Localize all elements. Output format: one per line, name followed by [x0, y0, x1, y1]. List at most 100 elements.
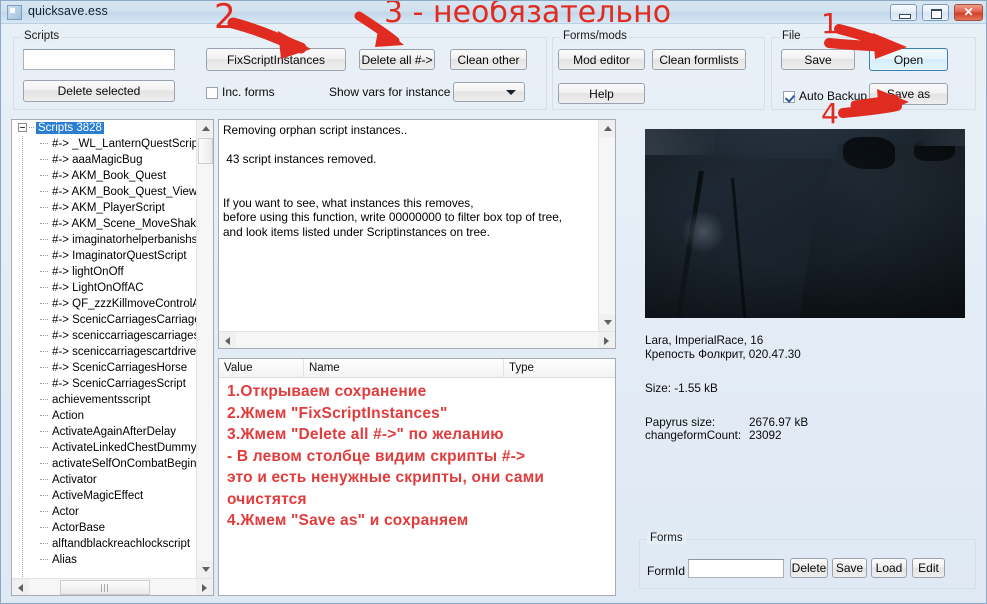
- file-group-legend: File: [779, 30, 804, 42]
- changeform-count-label: changeformCount:: [645, 429, 742, 442]
- delete-selected-button[interactable]: Delete selected: [23, 80, 175, 102]
- tree-item[interactable]: #-> LightOnOffAC: [12, 280, 198, 296]
- tree-item[interactable]: #-> ScenicCarriagesScript: [12, 376, 198, 392]
- close-button[interactable]: ✕: [954, 4, 983, 21]
- scripts-tree-list[interactable]: Scripts 3828 #-> _WL_LanternQuestScript #…: [12, 120, 198, 579]
- forms-delete-button[interactable]: Delete: [790, 558, 828, 578]
- tree-item[interactable]: Action: [12, 408, 198, 424]
- changeform-count-value: 23092: [749, 429, 782, 442]
- tree-vertical-scrollbar[interactable]: [196, 120, 213, 578]
- output-log-text: Removing orphan script instances.. 43 sc…: [223, 123, 563, 239]
- tree-item[interactable]: #-> lightOnOff: [12, 264, 198, 280]
- scroll-right-icon[interactable]: [598, 332, 615, 348]
- tree-item[interactable]: #-> AKM_PlayerScript: [12, 200, 198, 216]
- scroll-left-icon[interactable]: [219, 332, 236, 348]
- tree-item[interactable]: Actor: [12, 504, 198, 520]
- tree-item-label: #-> ScenicCarriagesScript: [52, 378, 186, 390]
- tree-item[interactable]: #-> imaginatorhelperbanishscr: [12, 232, 198, 248]
- tree-dash: [40, 159, 48, 160]
- tree-item[interactable]: #-> AKM_Book_Quest_View: [12, 184, 198, 200]
- tree-dash: [40, 271, 48, 272]
- tree-item[interactable]: Alias: [12, 552, 198, 568]
- scroll-up-icon[interactable]: [197, 120, 213, 137]
- tree-item[interactable]: Activator: [12, 472, 198, 488]
- tree-item-label: #-> AKM_Scene_MoveShake: [52, 218, 198, 230]
- scroll-down-icon[interactable]: [599, 314, 615, 331]
- tree-item-label: #-> lightOnOff: [52, 266, 124, 278]
- scripts-tree-panel[interactable]: Scripts 3828 #-> _WL_LanternQuestScript #…: [11, 119, 214, 596]
- forms-edit-button[interactable]: Edit: [912, 558, 945, 578]
- tree-dash: [40, 223, 48, 224]
- tree-item[interactable]: achievementsscript: [12, 392, 198, 408]
- auto-backup-label: Auto Backup: [799, 89, 868, 103]
- tree-item-label: ActorBase: [52, 522, 106, 534]
- delete-all-button[interactable]: Delete all #->: [359, 49, 435, 70]
- tree-dash: [40, 463, 48, 464]
- tree-item-label: #-> QF_zzzKillmoveControlAu: [52, 298, 198, 310]
- tree-item-label: #-> sceniccarriagescartdrivers: [52, 346, 198, 358]
- clean-other-button[interactable]: Clean other: [450, 49, 527, 70]
- tree-item[interactable]: #-> AKM_Book_Quest: [12, 168, 198, 184]
- open-button[interactable]: Open: [869, 48, 948, 71]
- location-info-line: Крепость Фолкрит, 020.47.30: [645, 348, 801, 361]
- tree-item[interactable]: #-> sceniccarriagescarriagesy: [12, 328, 198, 344]
- tree-root-node[interactable]: Scripts 3828: [12, 120, 198, 136]
- minimize-icon: [899, 14, 911, 19]
- tree-item[interactable]: ActivateAgainAfterDelay: [12, 424, 198, 440]
- variables-list-panel[interactable]: Value Name Type 1.Открываем сохранение 2…: [218, 358, 616, 596]
- tree-dash: [29, 127, 34, 128]
- mod-editor-button[interactable]: Mod editor: [558, 49, 645, 70]
- tree-item-label: #-> LightOnOffAC: [52, 282, 144, 294]
- output-log-panel[interactable]: Removing orphan script instances.. 43 sc…: [218, 119, 616, 349]
- script-filter-input[interactable]: [23, 49, 175, 70]
- formid-input[interactable]: [688, 559, 784, 578]
- tree-item[interactable]: #-> ScenicCarriagesCarriage: [12, 312, 198, 328]
- tree-dash: [40, 207, 48, 208]
- minimize-button[interactable]: [890, 4, 917, 21]
- tree-item-label: #-> imaginatorhelperbanishscr: [52, 234, 198, 246]
- maximize-button[interactable]: [922, 4, 949, 21]
- screenshot-vignette: [645, 129, 965, 318]
- tree-item-label: ActiveMagicEffect: [52, 490, 144, 502]
- tree-dash: [40, 255, 48, 256]
- clean-formlists-button[interactable]: Clean formlists: [652, 49, 746, 70]
- tree-item[interactable]: ActorBase: [12, 520, 198, 536]
- column-header-type[interactable]: Type: [504, 359, 615, 378]
- scroll-up-icon[interactable]: [599, 120, 615, 137]
- scroll-right-icon[interactable]: [196, 579, 213, 595]
- tree-item-label: #-> AKM_PlayerScript: [52, 202, 165, 214]
- output-horizontal-scrollbar[interactable]: [219, 331, 615, 348]
- title-bar: quicksave.ess ✕: [1, 1, 986, 24]
- tree-horizontal-scrollbar[interactable]: [12, 578, 213, 595]
- scroll-left-icon[interactable]: [12, 579, 29, 595]
- tree-item[interactable]: alftandblackreachlockscript: [12, 536, 198, 552]
- tree-hscroll-thumb[interactable]: [60, 580, 150, 595]
- tree-item[interactable]: #-> ScenicCarriagesHorse: [12, 360, 198, 376]
- tree-item[interactable]: #-> QF_zzzKillmoveControlAu: [12, 296, 198, 312]
- tree-item[interactable]: ActiveMagicEffect: [12, 488, 198, 504]
- tree-item[interactable]: #-> aaaMagicBug: [12, 152, 198, 168]
- forms-save-button[interactable]: Save: [832, 558, 867, 578]
- fix-script-instances-button[interactable]: FixScriptInstances: [206, 48, 346, 71]
- tree-item[interactable]: #-> ImaginatorQuestScript: [12, 248, 198, 264]
- forms-load-button[interactable]: Load: [871, 558, 907, 578]
- save-as-button[interactable]: Save as: [869, 83, 948, 105]
- scroll-down-icon[interactable]: [197, 561, 213, 578]
- tree-item[interactable]: activateSelfOnCombatBegin: [12, 456, 198, 472]
- tree-item[interactable]: ActivateLinkedChestDummyS: [12, 440, 198, 456]
- save-button[interactable]: Save: [781, 49, 855, 70]
- column-header-value[interactable]: Value: [219, 359, 304, 378]
- tree-dash: [40, 527, 48, 528]
- column-header-name[interactable]: Name: [304, 359, 504, 378]
- tree-vscroll-thumb[interactable]: [198, 138, 213, 164]
- output-vertical-scrollbar[interactable]: [598, 120, 615, 331]
- tree-item[interactable]: #-> sceniccarriagescartdrivers: [12, 344, 198, 360]
- tree-item-label: #-> ScenicCarriagesCarriage: [52, 314, 198, 326]
- tree-dash: [40, 303, 48, 304]
- instance-combo[interactable]: [453, 82, 525, 102]
- collapse-icon[interactable]: [18, 123, 27, 132]
- help-button[interactable]: Help: [558, 83, 645, 104]
- tree-item[interactable]: #-> AKM_Scene_MoveShake: [12, 216, 198, 232]
- tree-item-label: #-> _WL_LanternQuestScript: [52, 138, 198, 150]
- tree-item[interactable]: #-> _WL_LanternQuestScript: [12, 136, 198, 152]
